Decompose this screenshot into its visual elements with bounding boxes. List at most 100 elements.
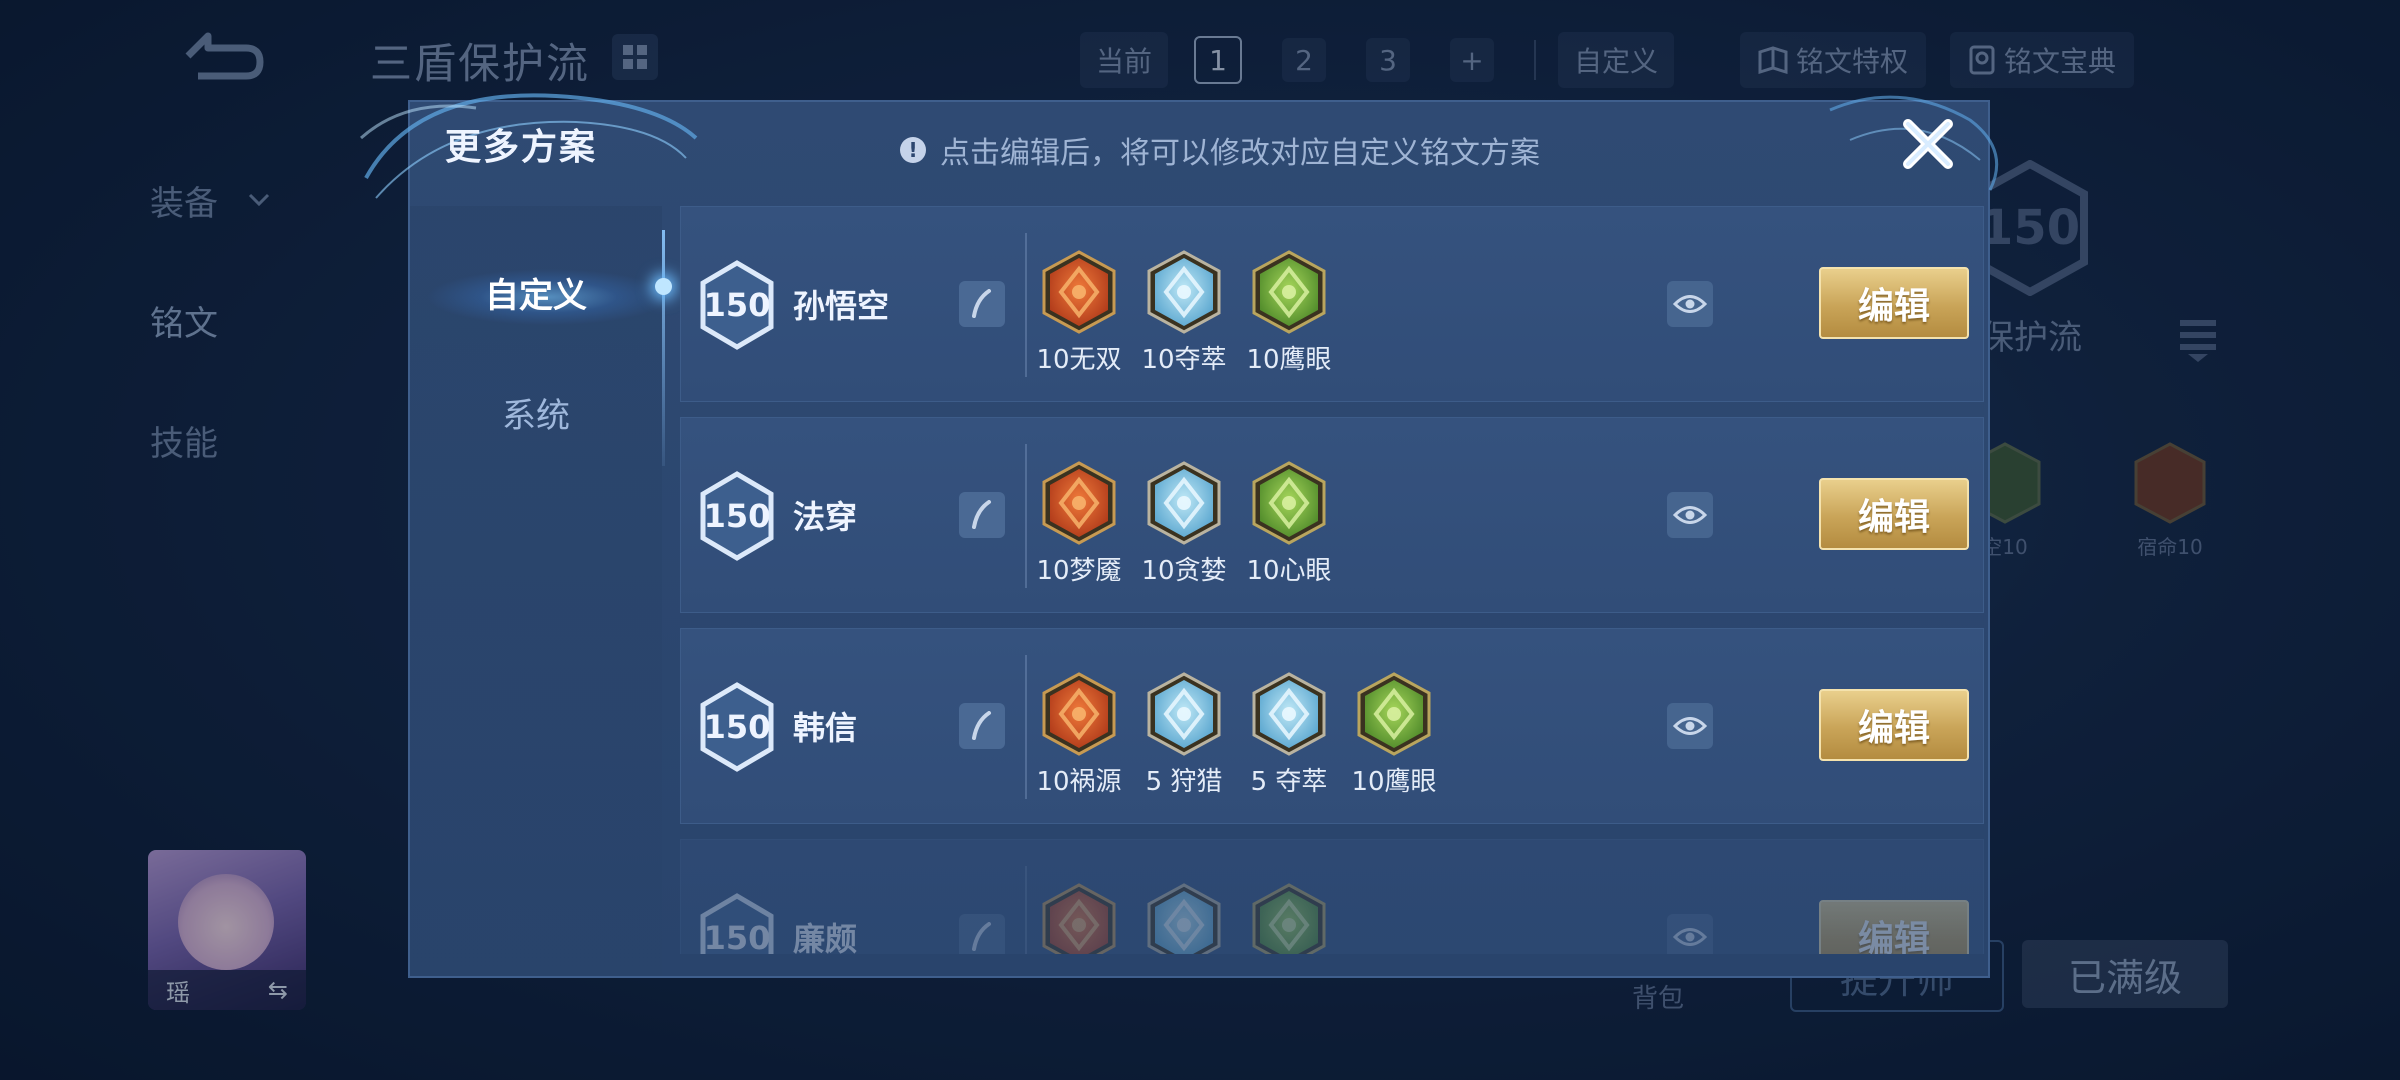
rune-slot: 10鹰眼 [1351, 671, 1437, 798]
divider [1534, 40, 1537, 80]
rune-slot: 10梦魇 [1036, 460, 1122, 587]
rune-slot [1039, 882, 1119, 954]
bag-label[interactable]: 背包 [1632, 978, 1684, 1015]
rename-button[interactable] [959, 492, 1005, 538]
codex-label: 铭文宝典 [2004, 45, 2117, 78]
row-divider [1025, 655, 1027, 799]
row-divider [1025, 233, 1027, 377]
nav-equipment[interactable]: 装备 [150, 140, 270, 260]
rune-green-icon [1252, 250, 1326, 334]
add-page-button[interactable]: + [1450, 38, 1495, 82]
hero-avatar[interactable]: 瑶 ⇆ [148, 850, 306, 1010]
modal-title: 更多方案 [445, 127, 598, 168]
modal-side-tabs: 自定义 系统 [410, 206, 662, 976]
preview-button[interactable] [1667, 281, 1713, 327]
rune-blue-icon [1147, 461, 1221, 545]
rune-red-icon [1042, 883, 1116, 954]
plan-name: 韩信 [793, 709, 858, 747]
edit-button[interactable]: 编辑 [1819, 478, 1969, 550]
hero-name-bar: 瑶 ⇆ [148, 970, 306, 1010]
grid-icon[interactable] [612, 34, 658, 80]
book-icon [1758, 46, 1788, 74]
tab-indicator-dot [655, 278, 672, 295]
nav-skills[interactable]: 技能 [150, 380, 270, 500]
rune-group: 10梦魇 10贪婪 10心眼 [1036, 460, 1332, 587]
rune-label: 5 夺萃 [1250, 767, 1328, 797]
preview-button[interactable] [1667, 492, 1713, 538]
hint-text: 点击编辑后，将可以修改对应自定义铭文方案 [940, 136, 1540, 171]
rune-blue-icon [1252, 672, 1326, 756]
level-hex: 150 [697, 470, 777, 562]
info-icon: ! [900, 137, 926, 163]
rune-blue-icon [1147, 672, 1221, 756]
inscription-privilege-button[interactable]: 铭文特权 [1740, 32, 1927, 88]
preview-button[interactable] [1667, 914, 1713, 954]
eye-icon [1673, 295, 1707, 313]
page-tab-1[interactable]: 1 [1194, 36, 1243, 84]
rune-label: 10鹰眼 [1246, 345, 1332, 375]
plan-summary-panel: 150 保护流 空10 宿命10 [1960, 140, 2280, 559]
rune-red-icon [1042, 250, 1116, 334]
maxed-button: 已满级 [2022, 940, 2228, 1008]
chevron-down-icon [248, 193, 270, 207]
left-nav: 装备 铭文 技能 [150, 140, 270, 500]
rune-slot: 5 狩猎 [1144, 671, 1224, 798]
row-divider [1025, 444, 1027, 588]
edit-button[interactable]: 编辑 [1819, 267, 1969, 339]
edit-button[interactable]: 编辑 [1819, 900, 1969, 954]
inscription-codex-button[interactable]: 铭文宝典 [1950, 32, 2135, 88]
close-icon[interactable] [1898, 114, 1958, 174]
plan-row-1: 150 孙悟空 10无双 10夺萃 10鹰眼 编辑 [680, 206, 1984, 402]
rune-blue-icon [1147, 883, 1221, 954]
plan-name: 孙悟空 [793, 287, 890, 325]
level-hex: 150 [697, 892, 777, 954]
page-tab-2[interactable]: 2 [1282, 38, 1327, 82]
edit-button[interactable]: 编辑 [1819, 689, 1969, 761]
rune-summary-b: 宿命10 [2120, 440, 2220, 560]
top-tabs: 当前 1 2 3 + 自定义 铭文特权 铭文宝典 [1080, 32, 2158, 88]
rune-slot: 5 夺萃 [1249, 671, 1329, 798]
plan-name: 保护流 [1980, 318, 2082, 358]
rune-slot: 10无双 [1036, 249, 1122, 376]
rune-slot: 10贪婪 [1141, 460, 1227, 587]
level-value: 150 [1980, 200, 2080, 256]
rune-label: 10夺萃 [1141, 345, 1227, 375]
hint-bar: ! 点击编辑后，将可以修改对应自定义铭文方案 [900, 128, 1540, 172]
nav-inscription-label: 铭文 [150, 303, 218, 344]
plan-row-4: 150 廉颇 编辑 [680, 839, 1984, 954]
rune-green-icon [1357, 672, 1431, 756]
rune-summary-b-label: 宿命10 [2137, 535, 2203, 559]
rune-slot [1144, 882, 1224, 954]
pen-icon [972, 289, 991, 318]
swap-icon[interactable]: ⇆ [268, 976, 288, 1004]
preview-button[interactable] [1667, 703, 1713, 749]
nav-inscription[interactable]: 铭文 [150, 260, 270, 380]
rune-label: 5 狩猎 [1145, 767, 1223, 797]
rune-red-icon [2134, 442, 2206, 524]
menu-icon[interactable] [2178, 318, 2218, 362]
page-title: 三盾保护流 [370, 39, 591, 88]
level-hex: 150 [697, 259, 777, 351]
eye-icon [1673, 717, 1707, 735]
rename-button[interactable] [959, 281, 1005, 327]
rune-label: 10梦魇 [1036, 556, 1122, 586]
pen-icon [972, 922, 991, 951]
back-arrow-icon[interactable] [168, 26, 268, 86]
rune-group [1039, 882, 1329, 954]
rune-green-icon [1252, 461, 1326, 545]
custom-button[interactable]: 自定义 [1558, 32, 1675, 88]
rune-slot: 10夺萃 [1141, 249, 1227, 376]
plan-row-3: 150 韩信 10祸源 5 狩猎 5 夺萃 10鹰眼 编辑 [680, 628, 1984, 824]
rune-label: 10贪婪 [1141, 556, 1227, 586]
tab-system[interactable]: 系统 [410, 362, 662, 462]
hero-name: 瑶 [166, 978, 190, 1007]
rename-button[interactable] [959, 703, 1005, 749]
rename-button[interactable] [959, 914, 1005, 954]
rune-red-icon [1042, 672, 1116, 756]
plan-level: 150 [703, 497, 771, 535]
plan-row-2: 150 法穿 10梦魇 10贪婪 10心眼 编辑 [680, 417, 1984, 613]
tab-custom[interactable]: 自定义 [410, 242, 662, 342]
nav-skills-label: 技能 [150, 423, 218, 464]
page-tab-3[interactable]: 3 [1366, 38, 1411, 82]
rune-label: 10鹰眼 [1351, 767, 1437, 797]
